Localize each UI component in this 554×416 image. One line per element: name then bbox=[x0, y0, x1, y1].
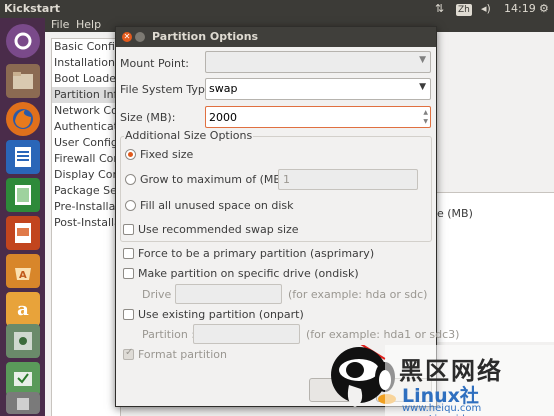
dash-icon[interactable] bbox=[6, 24, 40, 58]
partition-table: e (MB) bbox=[437, 192, 554, 342]
spin-up-icon[interactable]: ▲ bbox=[423, 109, 428, 116]
nav-item[interactable]: Pre-Installatio bbox=[52, 199, 120, 215]
format-partition-label[interactable]: Format partition bbox=[138, 348, 227, 361]
partition-label: Partition : bbox=[142, 328, 196, 341]
close-button[interactable]: ✕ bbox=[122, 32, 132, 42]
mount-point-combo[interactable]: ▼ bbox=[205, 51, 431, 73]
nav-item[interactable]: User Configu bbox=[52, 135, 120, 151]
watermark: 黑区网络 Linux社 www.heiqu.com www.Linuxidc.c… bbox=[325, 345, 554, 416]
volume-icon[interactable]: ◂) bbox=[481, 2, 491, 15]
format-partition-checkbox[interactable] bbox=[123, 347, 134, 360]
nav-item[interactable]: Post-Installati bbox=[52, 215, 120, 231]
grow-label[interactable]: Grow to maximum of (MB): bbox=[140, 173, 289, 186]
menu-help[interactable]: Help bbox=[76, 18, 101, 31]
dialog-titlebar[interactable]: ✕ Partition Options bbox=[116, 27, 436, 47]
specific-drive-checkbox[interactable] bbox=[123, 268, 134, 279]
language-indicator[interactable]: Zh bbox=[456, 2, 472, 16]
software-center-icon[interactable]: A bbox=[6, 254, 40, 288]
fs-type-combo[interactable]: swap ▼ bbox=[205, 78, 431, 100]
svg-text:A: A bbox=[19, 270, 27, 281]
top-panel: Kickstart ⇅ Zh ◂) 14:19 ⚙ bbox=[0, 0, 554, 18]
chevron-down-icon: ▼ bbox=[419, 82, 426, 92]
minimize-button[interactable] bbox=[135, 32, 145, 42]
size-column-header[interactable]: e (MB) bbox=[437, 207, 473, 220]
dialog-title: Partition Options bbox=[152, 30, 259, 43]
gear-icon[interactable]: ⚙ bbox=[539, 2, 549, 15]
partition-hint: (for example: hda1 or sdc3) bbox=[306, 328, 460, 341]
drive-hint: (for example: hda or sdc) bbox=[288, 288, 428, 301]
partition-input[interactable] bbox=[193, 324, 300, 344]
kickstart-icon[interactable] bbox=[6, 362, 40, 396]
nav-item[interactable]: Display Confi bbox=[52, 167, 120, 183]
language-badge: Zh bbox=[456, 4, 472, 16]
additional-size-title: Additional Size Options bbox=[124, 129, 254, 142]
nav-item[interactable]: Firewall Conf bbox=[52, 151, 120, 167]
existing-partition-checkbox[interactable] bbox=[123, 309, 134, 320]
fs-type-label: File System Type: bbox=[120, 83, 216, 96]
trash-icon[interactable] bbox=[6, 392, 40, 414]
size-value: 2000 bbox=[209, 111, 237, 124]
force-primary-checkbox[interactable] bbox=[123, 248, 134, 259]
firefox-icon[interactable] bbox=[6, 102, 40, 136]
spin-down-icon[interactable]: ▼ bbox=[423, 118, 428, 125]
grow-radio[interactable] bbox=[125, 174, 136, 185]
nav-item[interactable]: Network Con bbox=[52, 103, 120, 119]
chevron-down-icon: ▼ bbox=[419, 55, 426, 65]
nav-list: Basic Configu Installation M Boot Loader… bbox=[51, 38, 121, 416]
drive-input[interactable] bbox=[175, 284, 282, 304]
fs-type-value: swap bbox=[209, 82, 238, 95]
menu-file[interactable]: File bbox=[51, 18, 69, 31]
mount-point-label: Mount Point: bbox=[120, 57, 189, 70]
app-title: Kickstart bbox=[4, 2, 61, 15]
writer-icon[interactable] bbox=[6, 140, 40, 174]
calc-icon[interactable] bbox=[6, 178, 40, 212]
clock[interactable]: 14:19 bbox=[504, 2, 536, 15]
grow-max-value: 1 bbox=[283, 173, 290, 186]
launcher: A a bbox=[0, 18, 45, 416]
recommended-swap-label[interactable]: Use recommended swap size bbox=[138, 223, 299, 236]
amazon-icon[interactable]: a bbox=[6, 292, 40, 326]
grow-max-spinbox[interactable]: 1 bbox=[278, 169, 418, 190]
nav-item[interactable]: Package Sele bbox=[52, 183, 120, 199]
fill-label[interactable]: Fill all unused space on disk bbox=[140, 199, 294, 212]
existing-partition-label[interactable]: Use existing partition (onpart) bbox=[138, 308, 304, 321]
nav-item[interactable]: Boot Loader bbox=[52, 71, 120, 87]
nav-item[interactable]: Installation M bbox=[52, 55, 120, 71]
fixed-size-radio[interactable] bbox=[125, 149, 136, 160]
watermark-url: www.heiqu.com www.Linuxidc.com bbox=[402, 403, 495, 416]
fixed-size-label[interactable]: Fixed size bbox=[140, 148, 193, 161]
size-label: Size (MB): bbox=[120, 111, 176, 124]
nav-item[interactable]: Authenticatio bbox=[52, 119, 120, 135]
recommended-swap-checkbox[interactable] bbox=[123, 224, 134, 235]
size-spinbox[interactable]: 2000 ▲ ▼ bbox=[205, 106, 431, 128]
force-primary-label[interactable]: Force to be a primary partition (asprima… bbox=[138, 247, 374, 260]
fill-radio[interactable] bbox=[125, 200, 136, 211]
nav-item[interactable]: Basic Configu bbox=[52, 39, 120, 55]
network-icon[interactable]: ⇅ bbox=[435, 2, 444, 15]
drive-label: Drive : bbox=[142, 288, 179, 301]
nav-item-selected[interactable]: Partition Info bbox=[52, 87, 120, 103]
impress-icon[interactable] bbox=[6, 216, 40, 250]
specific-drive-label[interactable]: Make partition on specific drive (ondisk… bbox=[138, 267, 359, 280]
files-icon[interactable] bbox=[6, 64, 40, 98]
settings-icon[interactable] bbox=[6, 324, 40, 358]
